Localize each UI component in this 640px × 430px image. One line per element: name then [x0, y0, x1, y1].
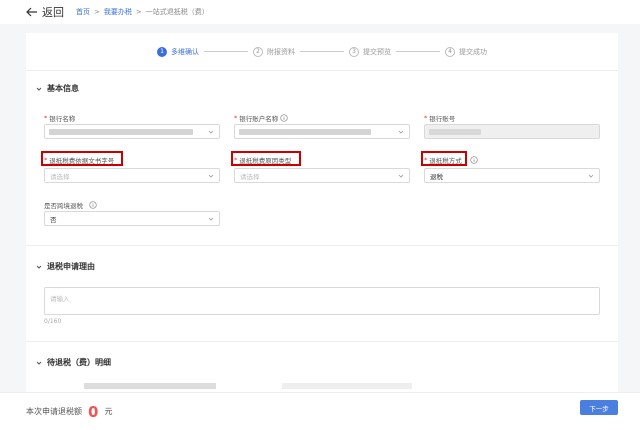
char-counter: 0/160 — [44, 318, 62, 325]
breadcrumb-separator: > — [94, 8, 100, 16]
step-2-number: 2 — [253, 46, 263, 57]
basic-info-header[interactable]: 基本信息 — [36, 83, 79, 94]
required-mark: * — [234, 114, 238, 122]
highlight-box — [231, 151, 301, 166]
divider — [26, 341, 618, 342]
amount-label: 本次申请退税额 — [26, 407, 82, 416]
step-2-label: 附报资料 — [267, 47, 295, 56]
reason-title: 退税申请理由 — [47, 262, 95, 271]
cross-region-label: 是否跨境退税 — [44, 200, 97, 210]
details-header[interactable]: 待退税（费）明细 — [36, 357, 111, 368]
refund-method-select[interactable]: 退税 — [424, 168, 600, 183]
reason-header[interactable]: 退税申请理由 — [36, 261, 95, 272]
refund-doc-no-select[interactable]: 请选择 — [44, 168, 220, 183]
footer-bar: 本次申请退税额 0 元 下一步 — [0, 392, 640, 430]
chevron-down-icon — [398, 130, 404, 134]
main-card: 1 多维确认 2 附报资料 3 提交预览 4 提交成功 基本信息 * 银行名称 … — [26, 33, 618, 393]
details-title: 待退税（费）明细 — [47, 358, 111, 367]
step-1-number: 1 — [157, 46, 167, 57]
bank-account-no-field — [424, 124, 600, 139]
chevron-down-icon — [208, 217, 214, 221]
step-4: 4 提交成功 — [445, 46, 487, 57]
amount-unit: 元 — [104, 407, 113, 416]
chevron-down-icon — [36, 361, 42, 365]
bank-account-no-text: 银行账号 — [429, 115, 456, 123]
chevron-down-icon — [36, 265, 42, 269]
info-icon[interactable] — [280, 114, 288, 122]
placeholder: 请选择 — [50, 172, 70, 181]
redacted-value — [84, 383, 216, 389]
breadcrumb: 首页 > 我要办税 > 一站式退抵税（费） — [76, 7, 209, 17]
highlight-box — [421, 151, 467, 166]
chevron-down-icon — [588, 174, 594, 178]
placeholder: 请选择 — [240, 172, 260, 181]
info-icon[interactable] — [89, 201, 97, 209]
divider — [26, 70, 618, 71]
refund-reason-type-select[interactable]: 请选择 — [234, 168, 410, 183]
breadcrumb-home[interactable]: 首页 — [76, 7, 90, 17]
step-1: 1 多维确认 — [157, 46, 199, 57]
breadcrumb-current: 一站式退抵税（费） — [145, 8, 209, 16]
required-mark: * — [424, 114, 428, 122]
selected-value: 退税 — [430, 172, 443, 181]
breadcrumb-separator: > — [135, 8, 142, 16]
step-4-number: 4 — [445, 46, 455, 57]
redacted-value — [282, 383, 412, 389]
divider — [26, 245, 618, 246]
info-icon[interactable] — [470, 156, 478, 164]
step-connector — [396, 51, 440, 52]
chevron-down-icon — [36, 87, 42, 91]
step-3: 3 提交预览 — [349, 46, 391, 57]
placeholder: 请输入 — [50, 295, 70, 303]
top-bar: 返回 首页 > 我要办税 > 一站式退抵税（费） — [0, 0, 640, 24]
required-mark: * — [44, 114, 48, 122]
chevron-down-icon — [398, 174, 404, 178]
basic-info-title: 基本信息 — [47, 84, 79, 93]
back-label: 返回 — [42, 6, 64, 19]
step-3-label: 提交预览 — [363, 47, 391, 56]
breadcrumb-tax-service[interactable]: 我要办税 — [104, 7, 132, 17]
step-connector — [300, 51, 344, 52]
reason-textarea[interactable]: 请输入 — [44, 287, 600, 315]
cross-region-text: 是否跨境退税 — [44, 202, 83, 210]
back-button[interactable]: 返回 — [26, 4, 64, 20]
bank-account-no-label: * 银行账号 — [424, 113, 455, 123]
chevron-down-icon — [208, 174, 214, 178]
redacted-value — [239, 129, 371, 135]
chevron-down-icon — [208, 130, 214, 134]
redacted-value — [49, 129, 193, 135]
step-1-label: 多维确认 — [171, 47, 199, 56]
bank-name-select[interactable] — [44, 124, 220, 139]
step-2: 2 附报资料 — [253, 46, 295, 57]
selected-value: 否 — [50, 215, 57, 224]
step-indicator: 1 多维确认 2 附报资料 3 提交预览 4 提交成功 — [26, 33, 618, 70]
arrow-left-icon — [26, 7, 37, 17]
cross-region-select[interactable]: 否 — [44, 211, 220, 226]
redacted-value — [429, 129, 481, 135]
bank-account-name-text: 银行账户名称 — [239, 115, 279, 123]
next-button[interactable]: 下一步 — [580, 400, 618, 415]
step-4-label: 提交成功 — [459, 47, 487, 56]
step-3-number: 3 — [349, 46, 359, 57]
bank-account-name-select[interactable] — [234, 124, 410, 139]
bank-name-label: * 银行名称 — [44, 113, 75, 123]
highlight-box — [41, 151, 123, 166]
bank-account-name-label: * 银行账户名称 — [234, 113, 288, 123]
amount-value: 0 — [88, 402, 99, 421]
bank-name-text: 银行名称 — [49, 115, 76, 123]
step-connector — [204, 51, 248, 52]
